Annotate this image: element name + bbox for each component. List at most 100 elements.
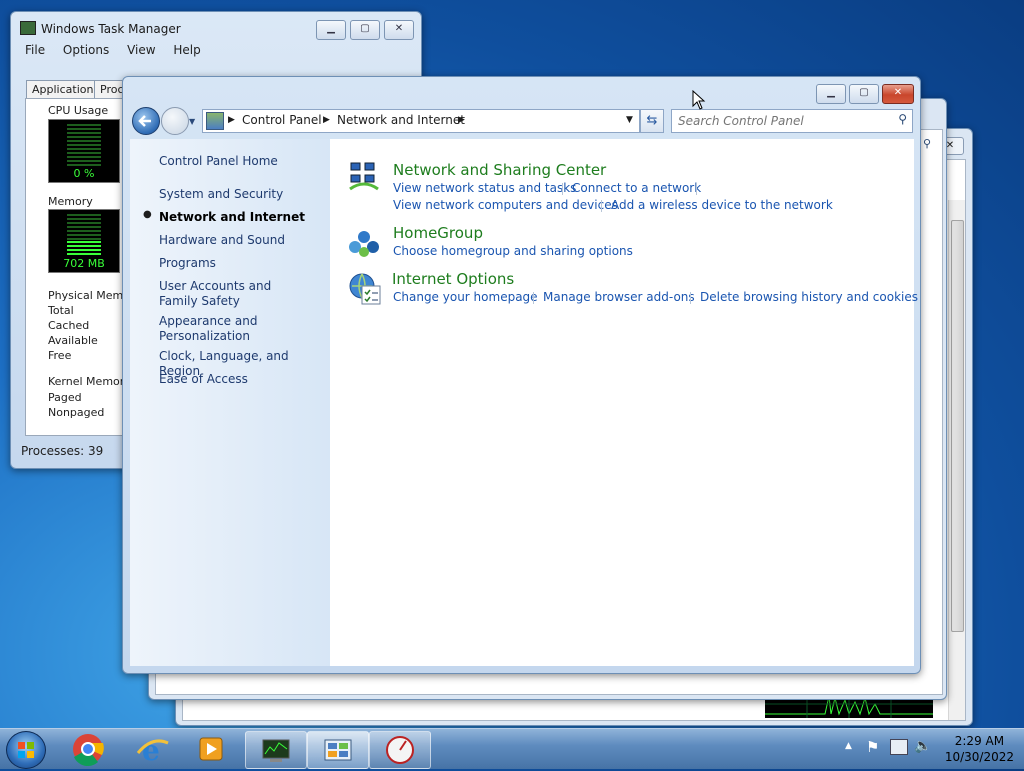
taskbar-media-player-button[interactable]: [182, 731, 242, 767]
network-status-icon[interactable]: [890, 739, 908, 755]
volume-muted-icon[interactable]: 🔈: [914, 738, 931, 754]
maximize-button[interactable]: ▢: [849, 84, 879, 104]
breadcrumb-network-and-internet[interactable]: Network and Internet: [337, 113, 465, 127]
menu-file[interactable]: File: [25, 43, 45, 57]
physical-total-label: Total: [48, 304, 74, 317]
taskbar-speedometer-app-button[interactable]: [369, 731, 431, 769]
control-panel-window[interactable]: ▁ ▢ ✕ ▼ ▶ Control Panel ▶ Network and In…: [122, 76, 921, 674]
active-bullet-icon: ●: [143, 209, 152, 220]
menu-help[interactable]: Help: [173, 43, 200, 57]
physical-free-label: Free: [48, 349, 72, 362]
kernel-paged-label: Paged: [48, 391, 82, 404]
scrollbar-thumb[interactable]: [951, 220, 964, 632]
link-connect-to-network[interactable]: Connect to a network: [572, 181, 701, 195]
breadcrumb-arrow-icon: ▶: [228, 115, 235, 125]
control-panel-home-link[interactable]: Control Panel Home: [159, 154, 278, 169]
cpu-value: 0 %: [73, 167, 95, 180]
memory-value: 702 MB: [63, 257, 105, 270]
nav-ease-of-access[interactable]: Ease of Access: [159, 372, 248, 387]
taskbar-internet-explorer-button[interactable]: e: [122, 731, 182, 767]
link-add-wireless-device[interactable]: Add a wireless device to the network: [611, 198, 833, 212]
internet-explorer-icon: e: [136, 734, 169, 767]
control-panel-icon: [324, 739, 352, 761]
link-separator: [533, 292, 534, 304]
show-hidden-icons-button[interactable]: ▲: [845, 741, 852, 751]
homegroup-title[interactable]: HomeGroup: [393, 224, 483, 242]
link-separator: [562, 183, 563, 195]
kernel-nonpaged-label: Nonpaged: [48, 406, 105, 419]
left-navigation-pane: Control Panel Home System and Security ●…: [130, 139, 330, 666]
task-manager-menu-bar: File Options View Help: [25, 43, 215, 57]
link-homegroup-options[interactable]: Choose homegroup and sharing options: [393, 244, 633, 258]
physical-available-label: Available: [48, 334, 98, 347]
link-delete-browsing-history[interactable]: Delete browsing history and cookies: [700, 290, 918, 304]
search-input[interactable]: [676, 112, 885, 130]
link-separator: [696, 183, 697, 195]
cpu-gauge: 0 %: [48, 119, 120, 183]
nav-programs[interactable]: Programs: [159, 256, 216, 271]
search-box[interactable]: ⚲: [671, 109, 913, 133]
search-icon[interactable]: ⚲: [919, 137, 935, 153]
taskbar: e ▲ ⚑ 🔈 2:29 AM 10/30/2022: [0, 728, 1024, 769]
link-separator: [690, 292, 691, 304]
minimize-button[interactable]: ▁: [316, 20, 346, 40]
memory-label: Memory: [48, 195, 93, 208]
back-button[interactable]: [132, 107, 160, 135]
network-sharing-center-icon: [348, 161, 380, 193]
minimize-button[interactable]: ▁: [816, 84, 846, 104]
clock[interactable]: 2:29 AM 10/30/2022: [945, 733, 1014, 765]
task-manager-icon: [20, 21, 36, 35]
clock-date: 10/30/2022: [944, 750, 1014, 764]
search-icon[interactable]: ⚲: [898, 112, 907, 126]
nav-system-and-security[interactable]: System and Security: [159, 187, 283, 202]
media-player-icon: [199, 737, 223, 761]
maximize-button[interactable]: ▢: [350, 20, 380, 40]
close-button[interactable]: ✕: [384, 20, 414, 40]
action-center-flag-icon[interactable]: ⚑: [866, 738, 879, 756]
windows-logo-icon: [18, 742, 34, 758]
taskbar-control-panel-button[interactable]: [307, 731, 369, 769]
svg-text:e: e: [142, 734, 160, 767]
start-button[interactable]: [6, 731, 46, 769]
refresh-button[interactable]: ⇆: [640, 109, 664, 133]
back-arrow-icon: [138, 115, 151, 127]
taskbar-chrome-button[interactable]: [58, 731, 118, 767]
memory-gauge: 702 MB: [48, 209, 120, 273]
nav-network-and-internet[interactable]: Network and Internet: [159, 210, 305, 225]
internet-options-icon: [348, 272, 382, 306]
task-manager-icon: [262, 739, 290, 762]
link-view-network-computers[interactable]: View network computers and devices: [393, 198, 618, 212]
link-separator: [601, 200, 602, 212]
chrome-icon: [73, 734, 104, 767]
performance-panel: CPU Usage 0 % Memory 702 MB Physical Mem…: [25, 98, 137, 436]
recent-pages-dropdown[interactable]: ▼: [189, 117, 195, 126]
menu-view[interactable]: View: [127, 43, 155, 57]
breadcrumb-control-panel[interactable]: Control Panel: [242, 113, 322, 127]
breadcrumb-arrow-icon: ▶: [323, 115, 330, 125]
menu-options[interactable]: Options: [63, 43, 109, 57]
cpu-usage-label: CPU Usage: [48, 104, 109, 117]
nav-appearance[interactable]: Appearance and Personalization: [159, 314, 269, 344]
control-panel-icon: [206, 112, 224, 130]
homegroup-icon: [348, 227, 380, 259]
taskbar-task-manager-button[interactable]: [245, 731, 307, 769]
nav-hardware-and-sound[interactable]: Hardware and Sound: [159, 233, 285, 248]
network-sharing-center-title[interactable]: Network and Sharing Center: [393, 161, 606, 179]
vertical-scrollbar[interactable]: [948, 200, 965, 720]
address-bar[interactable]: ▶ Control Panel ▶ Network and Internet ▶…: [202, 109, 640, 133]
speedometer-icon: [386, 736, 414, 764]
link-change-homepage[interactable]: Change your homepage: [393, 290, 538, 304]
status-processes: Processes: 39: [21, 444, 104, 458]
internet-options-title[interactable]: Internet Options: [392, 270, 514, 288]
close-button[interactable]: ✕: [882, 84, 914, 104]
forward-button[interactable]: [161, 107, 189, 135]
link-manage-add-ons[interactable]: Manage browser add-ons: [543, 290, 695, 304]
breadcrumb-arrow-icon[interactable]: ▶: [458, 115, 465, 125]
link-view-network-status[interactable]: View network status and tasks: [393, 181, 576, 195]
mouse-cursor-icon: [692, 90, 706, 110]
task-manager-title: Windows Task Manager: [41, 22, 181, 36]
nav-user-accounts[interactable]: User Accounts and Family Safety: [159, 279, 309, 309]
address-dropdown-icon[interactable]: ▼: [626, 115, 633, 125]
physical-cached-label: Cached: [48, 319, 90, 332]
kernel-memory-heading: Kernel Memory: [48, 375, 131, 388]
